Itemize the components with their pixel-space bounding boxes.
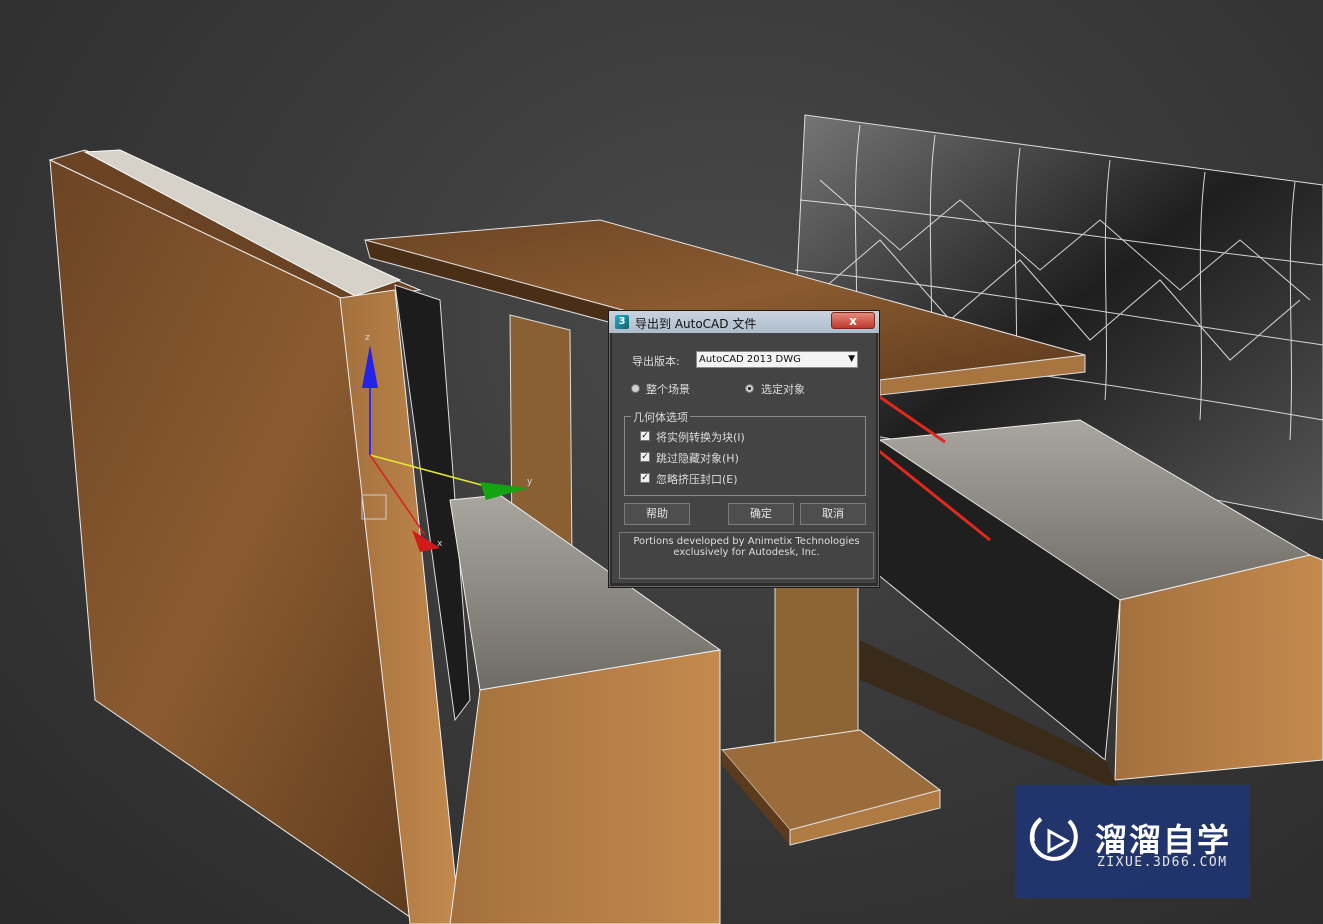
geometry-options-group: 几何体选项 ✓ 将实例转换为块(I) ✓ 跳过隐藏对象(H) ✓ 忽略挤压封口(… bbox=[624, 409, 866, 496]
version-value: AutoCAD 2013 DWG bbox=[699, 354, 801, 365]
radio-selected-objects[interactable] bbox=[745, 384, 754, 393]
version-dropdown[interactable]: AutoCAD 2013 DWG ▼ bbox=[696, 351, 858, 368]
axis-x-label: x bbox=[437, 539, 443, 549]
dialog-title: 导出到 AutoCAD 文件 bbox=[635, 317, 757, 331]
watermark: 溜溜自学 ZIXUE.3D66.COM bbox=[1015, 785, 1250, 898]
ok-button[interactable]: 确定 bbox=[728, 503, 794, 525]
3dsmax-app-icon: 3 bbox=[615, 315, 629, 329]
axis-y-label: y bbox=[527, 477, 533, 487]
cancel-button[interactable]: 取消 bbox=[800, 503, 866, 525]
checkbox-skip-hidden-label[interactable]: 跳过隐藏对象(H) bbox=[656, 450, 739, 466]
checkbox-convert-instances-label[interactable]: 将实例转换为块(I) bbox=[656, 429, 745, 445]
checkbox-ignore-extrude-caps-label[interactable]: 忽略挤压封口(E) bbox=[656, 471, 738, 487]
credits-box: Portions developed by Animetix Technolog… bbox=[619, 532, 874, 579]
dialog-body: 导出版本: AutoCAD 2013 DWG ▼ 整个场景 选定对象 几何体选项… bbox=[612, 333, 876, 583]
chevron-down-icon[interactable]: ▼ bbox=[848, 352, 855, 367]
checkbox-ignore-extrude-caps[interactable]: ✓ bbox=[640, 473, 650, 483]
geometry-options-title: 几何体选项 bbox=[631, 409, 690, 425]
checkbox-convert-instances[interactable]: ✓ bbox=[640, 431, 650, 441]
dialog-titlebar[interactable]: 3 导出到 AutoCAD 文件 x bbox=[609, 311, 879, 333]
radio-entire-scene[interactable] bbox=[631, 384, 640, 393]
watermark-url: ZIXUE.3D66.COM bbox=[1097, 855, 1228, 870]
credits-line-1: Portions developed by Animetix Technolog… bbox=[633, 536, 860, 547]
radio-selected-objects-label[interactable]: 选定对象 bbox=[761, 381, 805, 397]
help-button[interactable]: 帮助 bbox=[624, 503, 690, 525]
close-button[interactable]: x bbox=[831, 312, 875, 329]
credits-line-2: exclusively for Autodesk, Inc. bbox=[673, 547, 820, 558]
radio-entire-scene-label[interactable]: 整个场景 bbox=[646, 381, 690, 397]
checkbox-skip-hidden[interactable]: ✓ bbox=[640, 452, 650, 462]
axis-z-label: z bbox=[365, 333, 370, 343]
play-logo-icon bbox=[1029, 817, 1078, 861]
3d-viewport[interactable]: z y x 3 导出到 AutoCAD 文件 x 导出版本: AutoCAD 2 bbox=[0, 0, 1323, 924]
export-autocad-dialog: 3 导出到 AutoCAD 文件 x 导出版本: AutoCAD 2013 DW… bbox=[608, 310, 880, 588]
version-label: 导出版本: bbox=[632, 355, 680, 368]
